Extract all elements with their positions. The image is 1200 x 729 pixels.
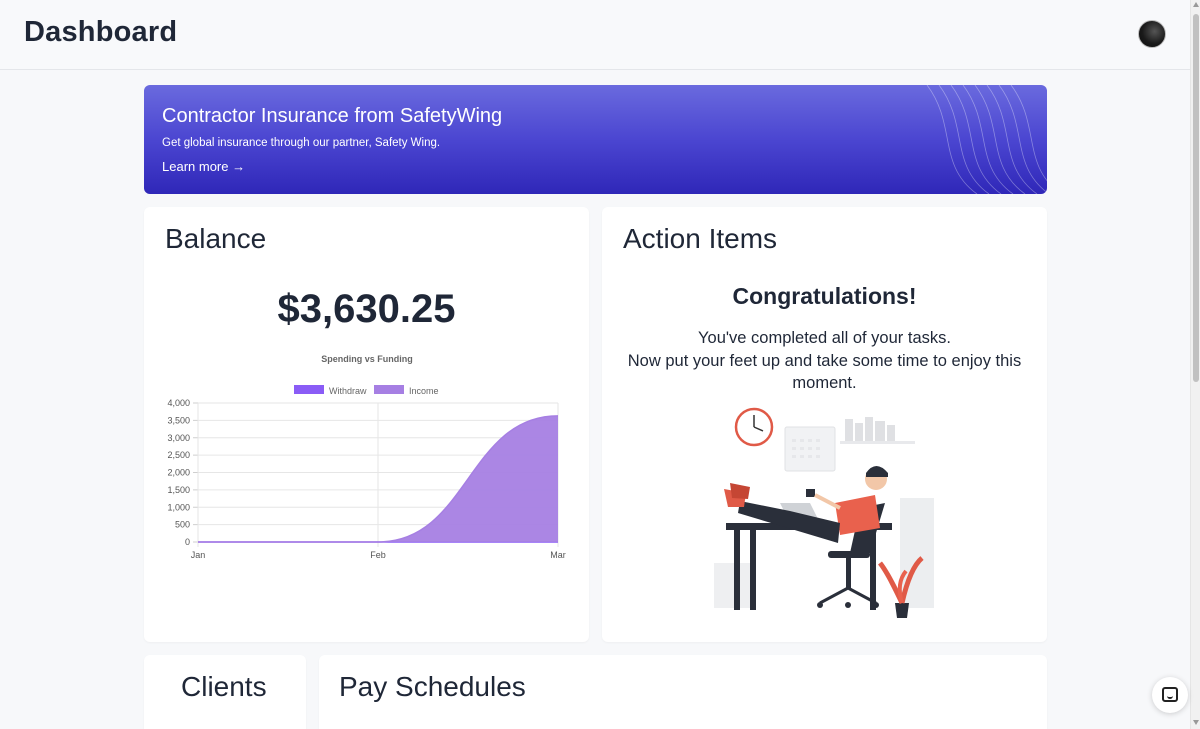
x-tick-label-2: Mar	[550, 550, 566, 560]
pay-schedules-heading: Pay Schedules	[339, 671, 526, 702]
congrats-message-line-2: Now put your feet up and take some time …	[627, 351, 1022, 393]
scroll-up-arrow-icon[interactable]	[1193, 2, 1199, 7]
y-tick-label-7: 500	[175, 520, 190, 530]
action-items-card: Action Items Congratulations! You've com…	[602, 207, 1047, 642]
legend-label-1: Income	[409, 386, 439, 396]
page-scrollbar[interactable]	[1190, 0, 1200, 729]
avatar[interactable]	[1138, 20, 1166, 48]
y-tick-label-2: 3,000	[167, 433, 190, 443]
page-title: Dashboard	[24, 16, 178, 48]
coffee-cup-illustration	[806, 489, 815, 497]
y-tick-label-4: 2,000	[167, 468, 190, 478]
balance-heading: Balance	[165, 223, 267, 254]
chat-launcher-button[interactable]	[1152, 677, 1188, 713]
congrats-message: You've completed all of your tasks. Now …	[622, 327, 1027, 395]
shelf-illustration	[840, 417, 915, 444]
y-tick-label-8: 0	[185, 537, 190, 547]
chart-y-axis: 4,000 3,500 3,000 2,500 2,000 1,500 1,000 500 0	[167, 398, 190, 547]
learn-more-link[interactable]: Learn more →	[162, 159, 245, 174]
y-tick-label-6: 1,000	[167, 502, 190, 512]
relaxing-person-illustration	[714, 407, 934, 618]
pay-schedules-card: Pay Schedules	[319, 655, 1047, 729]
chat-icon	[1162, 687, 1178, 702]
action-items-heading: Action Items	[623, 223, 778, 254]
x-tick-label-1: Feb	[370, 550, 386, 560]
banner-decoration	[926, 85, 1047, 194]
legend-swatch-0	[294, 385, 324, 394]
clock-illustration	[734, 407, 774, 447]
calendar-illustration	[784, 426, 836, 472]
congrats-title: Congratulations!	[732, 283, 917, 309]
legend-swatch-1	[374, 385, 404, 394]
banner-title: Contractor Insurance from SafetyWing	[162, 105, 503, 127]
chart-legend: Withdraw Income	[294, 385, 439, 396]
top-bar: Dashboard	[0, 0, 1190, 70]
y-tick-label-5: 1,500	[167, 485, 190, 495]
clients-card: Clients	[144, 655, 306, 729]
banner-subtitle: Get global insurance through our partner…	[162, 137, 441, 149]
x-tick-label-0: Jan	[191, 550, 206, 560]
legend-label-0: Withdraw	[329, 386, 367, 396]
spending-funding-chart: Spending vs Funding Withdraw Income 4,000…	[167, 354, 566, 560]
y-tick-label-3: 2,500	[167, 450, 190, 460]
clients-heading: Clients	[181, 671, 267, 702]
promo-banner: Contractor Insurance from SafetyWing Get…	[144, 85, 1047, 194]
balance-card: Balance $3,630.25 Spending vs Funding Wi…	[144, 207, 589, 642]
scroll-thumb[interactable]	[1193, 14, 1199, 382]
y-tick-label-1: 3,500	[167, 415, 190, 425]
y-tick-label-0: 4,000	[167, 398, 190, 408]
congrats-message-line-1: You've completed all of your tasks.	[698, 329, 951, 347]
balance-amount: $3,630.25	[277, 287, 456, 331]
chart-x-axis: Jan Feb Mar	[191, 550, 566, 560]
scroll-down-arrow-icon[interactable]	[1193, 720, 1199, 725]
chart-title: Spending vs Funding	[321, 354, 413, 364]
